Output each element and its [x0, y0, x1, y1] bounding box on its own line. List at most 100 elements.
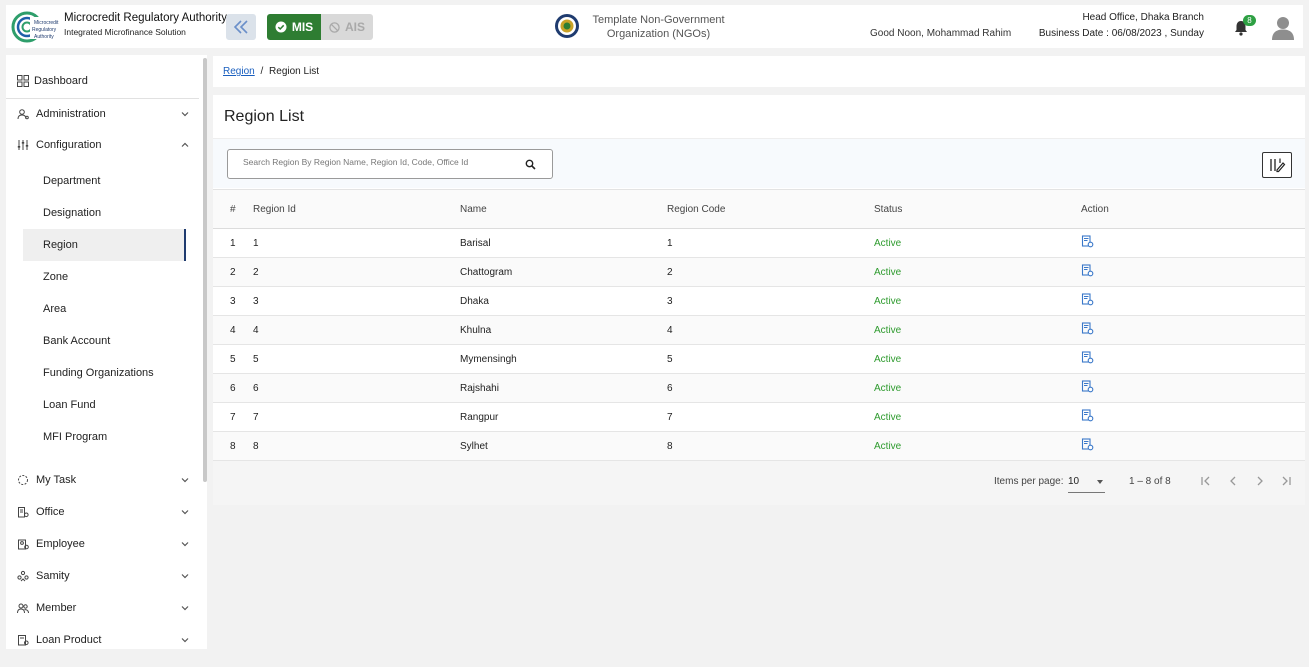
office-icon — [18, 507, 29, 518]
header-status[interactable]: Status — [874, 189, 1081, 229]
cell-index: 5 — [213, 344, 253, 374]
cell-action — [1081, 402, 1305, 432]
view-details-icon[interactable] — [1081, 380, 1094, 393]
sidebar-item-loan-product[interactable]: Loan Product — [6, 625, 196, 649]
view-details-icon[interactable] — [1081, 264, 1094, 277]
cell-region-code: 2 — [667, 257, 874, 287]
mis-module-button[interactable]: MIS — [267, 14, 321, 40]
sidebar-item-employee[interactable]: Employee — [6, 529, 196, 559]
table-row: 3 3 Dhaka 3 Active — [213, 286, 1305, 316]
page-size-value: 10 — [1068, 476, 1080, 487]
header-action: Action — [1081, 189, 1305, 229]
collapse-sidebar-button[interactable] — [226, 14, 256, 40]
sidebar-item-my-task[interactable]: My Task — [6, 465, 196, 495]
samity-icon — [17, 570, 29, 582]
sidebar-administration-label: Administration — [36, 108, 106, 120]
sidebar-subitem-loan-fund[interactable]: Loan Fund — [23, 389, 186, 421]
header-index: # — [213, 189, 253, 229]
cell-region-id: 6 — [253, 373, 460, 403]
svg-text:Regulatory: Regulatory — [32, 27, 57, 33]
cell-status: Active — [874, 402, 1081, 432]
sidebar-item-configuration[interactable]: Configuration — [6, 130, 196, 160]
sidebar-item-samity[interactable]: Samity — [6, 561, 196, 591]
ais-module-button[interactable]: AIS — [321, 14, 373, 40]
sidebar-subitem-mfi-program[interactable]: MFI Program — [23, 421, 186, 453]
cell-region-id: 1 — [253, 228, 460, 258]
cell-action — [1081, 315, 1305, 345]
cell-action — [1081, 431, 1305, 461]
table-row: 7 7 Rangpur 7 Active — [213, 402, 1305, 432]
search-icon[interactable] — [525, 159, 536, 170]
cell-action — [1081, 257, 1305, 287]
user-greeting: Good Noon, Mohammad Rahim — [870, 28, 1012, 39]
government-emblem-icon — [555, 14, 579, 38]
cell-status: Active — [874, 344, 1081, 374]
employee-icon — [18, 539, 29, 550]
cell-region-code: 6 — [667, 373, 874, 403]
table-row: 8 8 Sylhet 8 Active — [213, 431, 1305, 461]
check-circle-icon — [275, 21, 287, 33]
next-page-icon[interactable] — [1253, 474, 1267, 488]
breadcrumb-link-region[interactable]: Region — [223, 66, 255, 77]
sidebar-subitem-area[interactable]: Area — [23, 293, 186, 325]
cell-region-code: 1 — [667, 228, 874, 258]
cell-name: Mymensingh — [460, 344, 667, 374]
sidebar-item-member[interactable]: Member — [6, 593, 196, 623]
double-chevron-left-icon — [233, 20, 248, 34]
header-name[interactable]: Name — [460, 189, 667, 229]
cell-action — [1081, 286, 1305, 316]
view-details-icon[interactable] — [1081, 409, 1094, 422]
sidebar-subitem-zone[interactable]: Zone — [23, 261, 186, 293]
view-details-icon[interactable] — [1081, 293, 1094, 306]
cell-region-code: 8 — [667, 431, 874, 461]
header-region-code[interactable]: Region Code — [667, 189, 874, 229]
sidebar-subitem-region[interactable]: Region — [23, 229, 186, 261]
sidebar-member-label: Member — [36, 602, 77, 614]
chevron-down-icon — [181, 542, 189, 547]
cell-index: 4 — [213, 315, 253, 345]
last-page-icon[interactable] — [1279, 474, 1293, 488]
items-per-page-label: Items per page: — [994, 476, 1064, 487]
cell-name: Chattogram — [460, 257, 667, 287]
sidebar-scrollbar[interactable] — [203, 58, 207, 482]
sidebar-item-dashboard[interactable]: Dashboard — [6, 66, 196, 96]
search-input[interactable] — [243, 157, 513, 167]
cell-status: Active — [874, 257, 1081, 287]
sidebar-configuration-label: Configuration — [36, 139, 102, 151]
chevron-down-icon — [181, 606, 189, 611]
sidebar-subitem-bank-account[interactable]: Bank Account — [23, 325, 186, 357]
view-details-icon[interactable] — [1081, 438, 1094, 451]
view-details-icon[interactable] — [1081, 235, 1094, 248]
top-header: Microcredit Regulatory Authority Microcr… — [6, 5, 1303, 48]
table-toolbar — [213, 139, 1305, 188]
sidebar-item-administration[interactable]: Administration — [6, 99, 196, 129]
table-row: 1 1 Barisal 1 Active — [213, 228, 1305, 258]
svg-text:Authority: Authority — [34, 34, 54, 40]
table-row: 5 5 Mymensingh 5 Active — [213, 344, 1305, 374]
view-details-icon[interactable] — [1081, 351, 1094, 364]
cell-index: 3 — [213, 286, 253, 316]
column-settings-button[interactable] — [1262, 152, 1292, 178]
sidebar-subitem-designation[interactable]: Designation — [23, 197, 186, 229]
first-page-icon[interactable] — [1199, 474, 1213, 488]
header-region-id[interactable]: Region Id — [253, 189, 460, 229]
previous-page-icon[interactable] — [1226, 474, 1240, 488]
column-edit-icon — [1270, 158, 1286, 173]
page-size-select[interactable]: 10 — [1068, 473, 1105, 493]
view-details-icon[interactable] — [1081, 322, 1094, 335]
sidebar-subitem-department[interactable]: Department — [23, 165, 186, 197]
user-avatar-icon[interactable] — [1271, 15, 1295, 41]
ban-icon — [329, 21, 340, 33]
sidebar-samity-label: Samity — [36, 570, 70, 582]
chevron-down-icon — [181, 638, 189, 643]
chevron-up-icon — [181, 142, 189, 147]
cell-name: Sylhet — [460, 431, 667, 461]
chevron-down-icon — [181, 478, 189, 483]
cell-region-id: 8 — [253, 431, 460, 461]
cell-status: Active — [874, 286, 1081, 316]
region-table: # Region Id Name Region Code Status Acti… — [213, 189, 1305, 461]
page-range: 1 – 8 of 8 — [1129, 476, 1171, 487]
sidebar-item-office[interactable]: Office — [6, 497, 196, 527]
sidebar-subitem-funding-organizations[interactable]: Funding Organizations — [23, 357, 186, 389]
cell-name: Barisal — [460, 228, 667, 258]
